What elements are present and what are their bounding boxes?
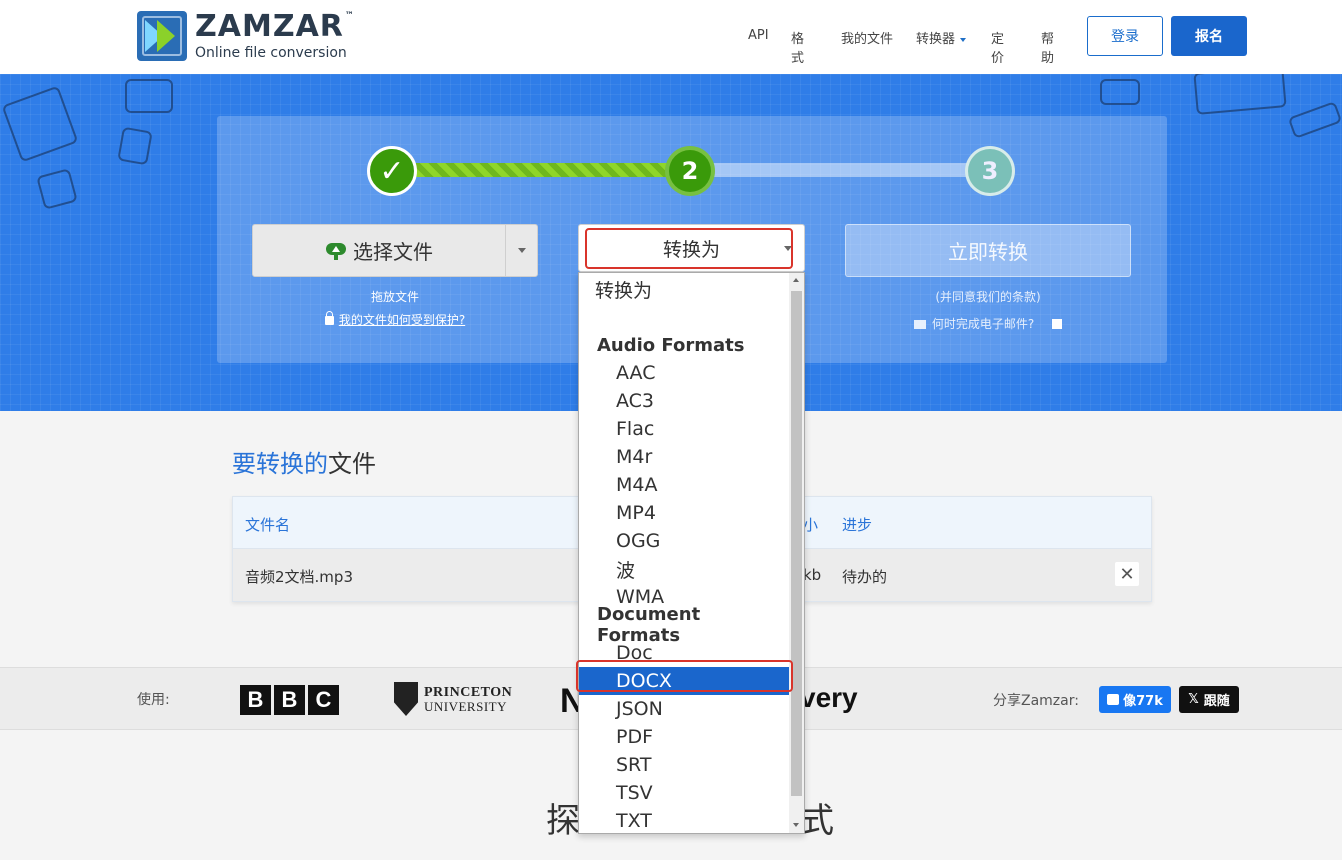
dropdown-option[interactable]: MP4	[579, 499, 789, 527]
monitor-doodle-icon	[1193, 74, 1287, 115]
dropdown-group-document: Document Formats	[597, 604, 701, 646]
dropdown-option[interactable]: OGG	[579, 527, 789, 555]
row-filename: 音频2文档.mp3	[245, 568, 353, 586]
bbc-letter: B	[274, 685, 305, 715]
email-option-label: 何时完成电子邮件?	[931, 317, 1035, 331]
used-by-label: 使用:	[137, 692, 170, 708]
dropdown-option[interactable]: AC3	[579, 387, 789, 415]
mail-icon	[913, 320, 926, 329]
nav-converters-label: 转换器	[916, 32, 956, 47]
header-filename: 文件名	[245, 516, 291, 534]
dropdown-option[interactable]: JSON	[579, 695, 789, 723]
thumbs-up-icon	[1107, 694, 1120, 705]
choose-files-button[interactable]: 选择文件	[253, 225, 505, 276]
dropdown-option[interactable]: Flac	[579, 415, 789, 443]
explore-formats-title: 探式	[546, 793, 834, 842]
scroll-up-icon[interactable]	[793, 278, 799, 282]
highlight-box	[576, 660, 793, 692]
nav-my-files[interactable]: 我的文件	[841, 28, 893, 47]
dropdown-option[interactable]: TXT	[579, 807, 789, 833]
bbc-letter: B	[240, 685, 271, 715]
share-label: 分享Zamzar:	[993, 693, 1079, 709]
video-file-doodle-icon	[125, 79, 173, 113]
nav-formats[interactable]: 格式	[791, 28, 804, 66]
brand-tagline: Online file conversion	[195, 45, 347, 61]
terms-link[interactable]: (并同意我们的条款)	[845, 288, 1131, 305]
row-size: kb	[803, 566, 822, 584]
nav-converters[interactable]: 转换器	[916, 28, 967, 47]
image-file-doodle-icon	[36, 168, 78, 210]
file-doodle-icon	[1100, 79, 1140, 105]
dropdown-option[interactable]: SRT	[579, 751, 789, 779]
princeton-shield-icon	[394, 682, 418, 716]
nav-pricing[interactable]: 定价	[991, 28, 1004, 66]
email-checkbox[interactable]	[1052, 319, 1063, 329]
header-progress: 进步	[842, 516, 873, 534]
zamzar-logo[interactable]: ZAMZAR™ Online file conversion	[137, 11, 355, 61]
progress-track-done	[400, 163, 685, 177]
nav-help[interactable]: 帮助	[1041, 28, 1054, 66]
brand-name: ZAMZAR	[195, 9, 344, 44]
facebook-like-button[interactable]: 像77k	[1099, 686, 1171, 713]
scrollbar-thumb[interactable]	[791, 291, 802, 796]
lock-icon	[324, 311, 334, 325]
highlight-box	[585, 228, 793, 269]
cad-file-doodle-icon	[1, 85, 79, 163]
dropdown-option[interactable]: M4r	[579, 443, 789, 471]
step-3-indicator: 3	[965, 146, 1015, 196]
dropdown-option-placeholder[interactable]: 转换为	[579, 275, 789, 303]
choose-files-label: 选择文件	[353, 240, 433, 264]
caret-down-icon	[518, 248, 526, 253]
dropdown-option[interactable]: 波	[579, 555, 789, 583]
login-button[interactable]: 登录	[1087, 16, 1163, 56]
discovery-logo-partial: very	[800, 682, 858, 713]
doc-doodle-icon	[117, 126, 153, 166]
site-header: ZAMZAR™ Online file conversion API 格式 我的…	[0, 0, 1342, 74]
dropdown-scrollbar[interactable]	[789, 273, 804, 833]
bbc-logo: B B C	[240, 685, 339, 715]
file-protection-link[interactable]: 我的文件如何受到保护?	[252, 311, 538, 328]
choose-files-dropdown-toggle[interactable]	[506, 225, 538, 276]
scroll-down-icon[interactable]	[793, 823, 799, 827]
upload-cloud-icon	[325, 240, 347, 262]
princeton-logo: PRINCETON UNIVERSITY	[394, 682, 512, 716]
fb-like-label: 像77k	[1123, 694, 1163, 709]
brand-tm: ™	[344, 11, 355, 21]
progress-track-pending	[700, 163, 985, 177]
title-left: 探	[546, 801, 580, 841]
caret-down-icon	[960, 37, 967, 42]
signup-button[interactable]: 报名	[1171, 16, 1247, 56]
ruler-doodle-icon	[1287, 101, 1342, 139]
dropdown-option[interactable]: PDF	[579, 723, 789, 751]
files-section-title: 要转换的文件	[232, 444, 376, 479]
princeton-line2: UNIVERSITY	[424, 698, 507, 714]
files-title-rest: 文件	[328, 450, 376, 478]
remove-file-button[interactable]: ✕	[1115, 562, 1139, 586]
x-follow-button[interactable]: 𝕏 跟随	[1179, 686, 1239, 713]
choose-files-button-group: 选择文件	[252, 224, 538, 277]
dropdown-option[interactable]: M4A	[579, 471, 789, 499]
row-progress: 待办的	[842, 568, 888, 586]
step-1-check-icon: ✓	[367, 146, 417, 196]
convert-now-button[interactable]: 立即转换	[845, 224, 1131, 277]
header-size: 小	[803, 516, 819, 534]
bbc-letter: C	[308, 685, 339, 715]
x-logo-icon: 𝕏	[1188, 692, 1199, 707]
princeton-line1: PRINCETON	[424, 684, 513, 700]
format-dropdown-list[interactable]: 转换为 Audio Formats AAC AC3 Flac M4r M4A MP4 OGG 波 W…	[578, 272, 805, 834]
dropdown-option[interactable]: AAC	[579, 359, 789, 387]
dropdown-option[interactable]: TSV	[579, 779, 789, 807]
drag-drop-hint: 拖放文件	[370, 290, 419, 304]
x-follow-label: 跟随	[1203, 694, 1230, 709]
file-protection-label: 我的文件如何受到保护?	[338, 313, 466, 327]
email-option: 何时完成电子邮件?	[845, 315, 1131, 332]
step-2-indicator: 2	[665, 146, 715, 196]
dropdown-group-audio: Audio Formats	[597, 334, 745, 356]
zamzar-logo-icon	[137, 11, 187, 61]
title-right: 式	[800, 801, 834, 841]
files-title-highlight: 要转换的	[232, 450, 328, 478]
nav-api[interactable]: API	[748, 28, 769, 43]
